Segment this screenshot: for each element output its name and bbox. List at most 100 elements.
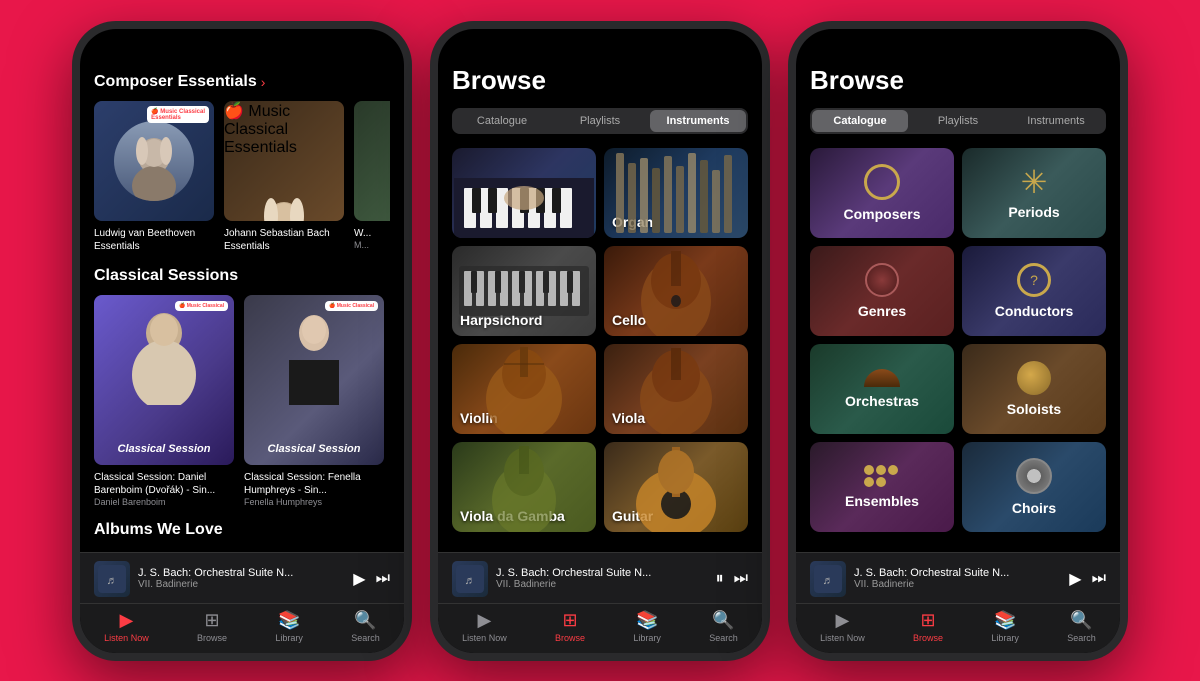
screen-content-1: Composer Essentials › 🍎 Music ClassicalE… xyxy=(80,29,404,552)
mini-player-p1[interactable]: ♬ J. S. Bach: Orchestral Suite N... VII.… xyxy=(80,552,404,603)
violin-tile-bg: Violin xyxy=(452,344,596,434)
library-label-p3: Library xyxy=(991,633,1019,643)
mini-player-p2[interactable]: ♬ J. S. Bach: Orchestral Suite N... VII.… xyxy=(438,552,762,603)
tab-listen-now-p2[interactable]: ▶ Listen Now xyxy=(462,610,507,643)
mini-player-thumb-p1: ♬ xyxy=(94,561,130,597)
mini-player-controls-p2[interactable]: ⏸ ⏭ xyxy=(716,570,748,588)
listen-now-label-p1: Listen Now xyxy=(104,633,149,643)
browse-label-p2: Browse xyxy=(555,633,585,643)
segment-control-p3[interactable]: Catalogue Playlists Instruments xyxy=(810,108,1106,134)
tab-browse-p1[interactable]: ⊞ Browse xyxy=(197,610,227,643)
humphreys-session-title: Classical Session xyxy=(268,443,361,455)
humphreys-session-label: Classical Session: Fenella Humphreys - S… xyxy=(244,471,384,497)
barenboim-session-thumb: 🍎 Music Classical Classical Session xyxy=(94,295,234,465)
bach-portrait-container xyxy=(224,157,344,221)
skip-icon-p2[interactable]: ⏭ xyxy=(734,570,748,588)
pause-icon-p2[interactable]: ⏸ xyxy=(716,570,724,588)
listen-now-icon-p2: ▶ xyxy=(478,610,492,631)
barenboim-session-card[interactable]: 🍎 Music Classical Classical Session Clas… xyxy=(94,295,234,507)
play-icon-p1[interactable]: ▶ xyxy=(353,569,365,589)
humphreys-session-card[interactable]: 🍎 Music Classical Classical Session Clas… xyxy=(244,295,384,507)
organ-tile-bg: Organ xyxy=(604,148,748,238)
cello-tile-bg: Cello xyxy=(604,246,748,336)
soloists-tile[interactable]: Soloists xyxy=(962,344,1106,434)
bach-card[interactable]: 🍎 Music ClassicalEssentials xyxy=(224,101,344,253)
p1-scroll-content[interactable]: Composer Essentials › 🍎 Music ClassicalE… xyxy=(80,57,404,552)
seg-playlists-p2[interactable]: Playlists xyxy=(552,110,648,132)
guitar-tile[interactable]: Guitar xyxy=(604,442,748,532)
sessions-scroll[interactable]: 🍎 Music Classical Classical Session Clas… xyxy=(94,295,390,507)
beethoven-card[interactable]: 🍎 Music ClassicalEssentials xyxy=(94,101,214,253)
essentials-scroll[interactable]: 🍎 Music ClassicalEssentials xyxy=(94,101,390,253)
mini-player-p3[interactable]: ♬ J. S. Bach: Orchestral Suite N... VII.… xyxy=(796,552,1120,603)
composer-essentials-header: Composer Essentials › xyxy=(94,73,390,91)
browse-icon-p3: ⊞ xyxy=(921,610,936,631)
tab-search-p2[interactable]: 🔍 Search xyxy=(709,610,738,643)
genres-tile[interactable]: Genres xyxy=(810,246,954,336)
soloists-icon xyxy=(1017,361,1051,395)
composers-tile[interactable]: Composers xyxy=(810,148,954,238)
periods-tile[interactable]: ✳ Periods xyxy=(962,148,1106,238)
tab-library-p3[interactable]: 📚 Library xyxy=(991,610,1019,643)
barenboim-gradient: 🍎 Music Classical Classical Session xyxy=(94,295,234,465)
phone-screen-1: Composer Essentials › 🍎 Music ClassicalE… xyxy=(80,29,404,653)
tab-browse-p2[interactable]: ⊞ Browse xyxy=(555,610,585,643)
skip-icon-p1[interactable]: ⏭ xyxy=(376,570,390,588)
viola-da-gamba-tile[interactable]: Viola da Gamba xyxy=(452,442,596,532)
bach-badge: 🍎 Music ClassicalEssentials xyxy=(224,101,344,157)
browse-scroll-p2[interactable]: Browse Catalogue Playlists Instruments xyxy=(438,57,762,552)
seg-instruments-p2[interactable]: Instruments xyxy=(650,110,746,132)
orchestras-label: Orchestras xyxy=(845,393,919,409)
skip-icon-p3[interactable]: ⏭ xyxy=(1092,570,1106,588)
organ-tile[interactable]: Organ xyxy=(604,148,748,238)
humphreys-session-sub: Fenella Humphreys xyxy=(244,497,384,507)
tab-search-p3[interactable]: 🔍 Search xyxy=(1067,610,1096,643)
browse-scroll-p3[interactable]: Browse Catalogue Playlists Instruments C… xyxy=(796,57,1120,552)
ensembles-tile[interactable]: Ensembles xyxy=(810,442,954,532)
tab-listen-now-p3[interactable]: ▶ Listen Now xyxy=(820,610,865,643)
mini-player-controls-p1[interactable]: ▶ ⏭ xyxy=(353,569,390,589)
piano-tile-bg: Piano xyxy=(452,148,596,238)
play-icon-p3[interactable]: ▶ xyxy=(1069,569,1081,589)
cello-tile[interactable]: Cello xyxy=(604,246,748,336)
seg-catalogue-p3[interactable]: Catalogue xyxy=(812,110,908,132)
orchestras-tile[interactable]: Orchestras xyxy=(810,344,954,434)
tab-library-p2[interactable]: 📚 Library xyxy=(633,610,661,643)
viola-tile[interactable]: Viola xyxy=(604,344,748,434)
beethoven-badge: 🍎 Music ClassicalEssentials xyxy=(147,106,209,123)
tab-search-p1[interactable]: 🔍 Search xyxy=(351,610,380,643)
segment-control-p2[interactable]: Catalogue Playlists Instruments xyxy=(452,108,748,134)
seg-instruments-p3[interactable]: Instruments xyxy=(1008,110,1104,132)
viola-tile-bg: Viola xyxy=(604,344,748,434)
ensembles-icon xyxy=(864,465,900,487)
screen-content-3: Browse Catalogue Playlists Instruments C… xyxy=(796,29,1120,552)
phone-3: Browse Catalogue Playlists Instruments C… xyxy=(788,21,1128,661)
piano-tile[interactable]: Piano xyxy=(452,148,596,238)
tab-listen-now-p1[interactable]: ▶ Listen Now xyxy=(104,610,149,643)
humphreys-session-thumb: 🍎 Music Classical Classical Session xyxy=(244,295,384,465)
conductors-tile[interactable]: ? Conductors xyxy=(962,246,1106,336)
harpsichord-tile[interactable]: Harpsichord xyxy=(452,246,596,336)
composer-essentials-chevron[interactable]: › xyxy=(261,74,266,90)
search-label-p1: Search xyxy=(351,633,380,643)
mini-player-title-p1: J. S. Bach: Orchestral Suite N... xyxy=(138,567,345,579)
seg-catalogue-p2[interactable]: Catalogue xyxy=(454,110,550,132)
choirs-tile[interactable]: Choirs xyxy=(962,442,1106,532)
violin-tile[interactable]: Violin xyxy=(452,344,596,434)
genres-icon xyxy=(865,263,899,297)
third-label: W... xyxy=(354,227,390,240)
library-icon-p2: 📚 xyxy=(636,610,658,631)
barenboim-session-title: Classical Session xyxy=(118,443,211,455)
third-essentials-card[interactable]: W... M... xyxy=(354,101,390,253)
instrument-grid-p2: Piano xyxy=(452,148,748,532)
mini-player-sub-p3: VII. Badinerie xyxy=(854,579,1061,590)
mini-player-title-p2: J. S. Bach: Orchestral Suite N... xyxy=(496,567,708,579)
svg-text:♬: ♬ xyxy=(107,575,118,587)
tab-library-p1[interactable]: 📚 Library xyxy=(275,610,303,643)
conductors-icon: ? xyxy=(1017,263,1051,297)
tab-browse-p3[interactable]: ⊞ Browse xyxy=(913,610,943,643)
mini-player-controls-p3[interactable]: ▶ ⏭ xyxy=(1069,569,1106,589)
choirs-icon xyxy=(1016,458,1052,494)
seg-playlists-p3[interactable]: Playlists xyxy=(910,110,1006,132)
mini-player-title-p3: J. S. Bach: Orchestral Suite N... xyxy=(854,567,1061,579)
